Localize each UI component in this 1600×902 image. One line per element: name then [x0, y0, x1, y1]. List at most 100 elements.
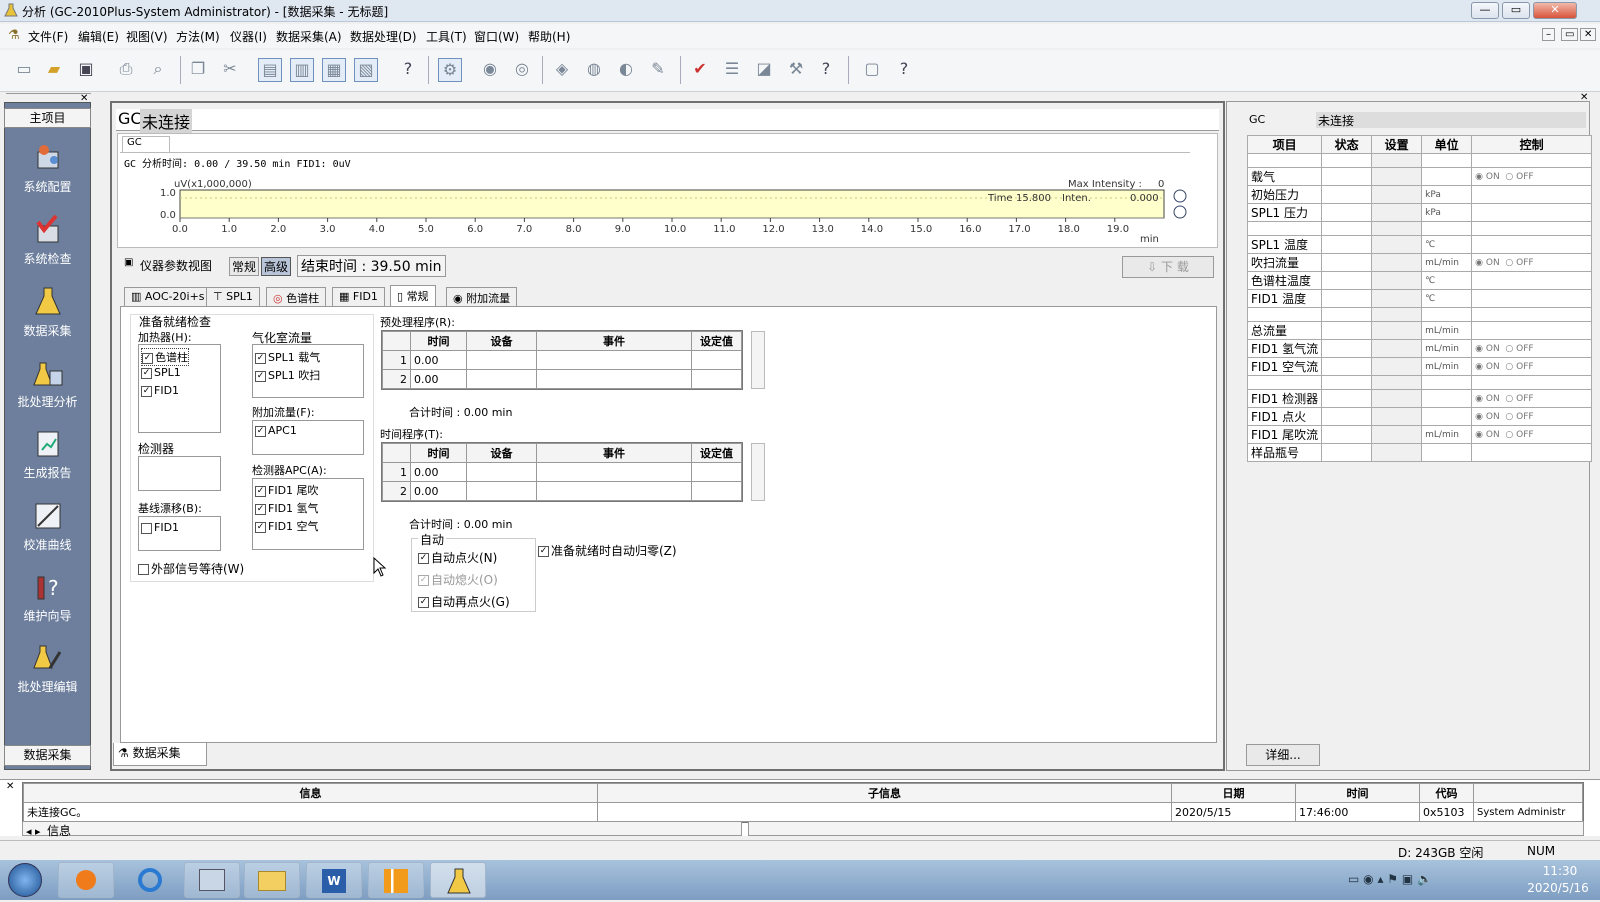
menu-tools[interactable]: 工具(T) — [426, 28, 467, 45]
value-cell[interactable] — [691, 350, 742, 370]
setting-cell[interactable] — [1371, 221, 1423, 236]
stop-icon[interactable]: ◎ — [510, 58, 534, 82]
on-radio[interactable]: ◉ ON — [1475, 394, 1500, 404]
table-row[interactable]: 1 0.00 — [382, 350, 742, 370]
sidebar-item-report[interactable]: 生成报告 — [4, 428, 91, 481]
off-radio[interactable]: ○ OFF — [1505, 344, 1533, 354]
pretreat-scrollbar[interactable] — [751, 331, 765, 389]
timeprog-scrollbar[interactable] — [751, 443, 765, 501]
tab-spl1[interactable]: ⊤ SPL1 — [206, 287, 260, 307]
tab-prev-icon[interactable]: ◂ ▸ — [23, 825, 44, 838]
tab-column[interactable]: ◎ 色谱柱 — [266, 287, 327, 307]
tab-general[interactable]: ▯ 常规 — [390, 285, 436, 307]
device-cell[interactable] — [466, 350, 537, 370]
checkbox[interactable]: ✓ — [255, 485, 266, 497]
auto-zero-checkbox[interactable]: ✓ 准备就绪时自动归零(Z) — [538, 542, 677, 559]
time-cell[interactable]: 0.00 — [410, 369, 467, 389]
table-row[interactable]: 未连接GC。 2020/5/15 17:46:00 0x5103 System Admi… — [23, 802, 1583, 822]
gc-tab[interactable]: GC — [122, 136, 170, 152]
start-button-icon[interactable] — [8, 863, 42, 897]
checkbox[interactable]: ✓ — [418, 553, 429, 564]
batch-icon[interactable]: ☰ — [720, 58, 744, 82]
log-info-tab[interactable]: 信息 — [47, 824, 71, 838]
heater-item-spl1[interactable]: ✓ SPL1 — [141, 366, 181, 379]
zoom-in-icon[interactable] — [1173, 189, 1187, 203]
event-cell[interactable] — [536, 350, 692, 370]
off-radio[interactable]: ○ OFF — [1505, 430, 1533, 440]
off-radio[interactable]: ○ OFF — [1505, 362, 1533, 372]
download-button[interactable]: ⇩ 下 载 — [1122, 256, 1214, 278]
monitor-3-icon[interactable]: ◐ — [614, 58, 638, 82]
save-icon[interactable]: ▣ — [74, 58, 98, 82]
checkbox[interactable]: ✓ — [141, 385, 152, 397]
heater-item-fid1[interactable]: ✓ FID1 — [141, 384, 179, 397]
checkbox[interactable]: ✓ — [538, 546, 549, 557]
restore-button[interactable]: ▭ — [1502, 2, 1530, 19]
heater-item-column[interactable]: ✓ 色谱柱 — [141, 348, 189, 366]
value-cell[interactable] — [691, 462, 742, 482]
checkbox[interactable]: ✓ — [255, 521, 266, 533]
setting-cell[interactable] — [1371, 389, 1423, 408]
mdi-restore-button[interactable]: ▭ — [1561, 28, 1579, 41]
setting-cell[interactable] — [1371, 253, 1423, 272]
value-cell[interactable] — [691, 369, 742, 389]
sidebar-item-batch-analysis[interactable]: 批处理分析 — [4, 357, 91, 410]
menu-view[interactable]: 视图(V) — [126, 28, 168, 45]
checkbox[interactable]: ✓ — [418, 597, 429, 608]
detail-button[interactable]: 详细... — [1246, 744, 1320, 766]
sidebar-item-system-check[interactable]: 系统检查 — [4, 214, 91, 267]
off-radio[interactable]: ○ OFF — [1505, 412, 1533, 422]
setting-cell[interactable] — [1371, 375, 1423, 390]
setting-cell[interactable] — [1371, 407, 1423, 426]
monitor-1-icon[interactable]: ◈ — [550, 58, 574, 82]
layout-4-icon[interactable]: ▧ — [354, 58, 378, 82]
gc-analysis-app-icon[interactable] — [430, 862, 486, 898]
det-apc-item-air[interactable]: ✓ FID1 空气 — [255, 518, 319, 534]
on-radio[interactable]: ◉ ON — [1475, 172, 1500, 182]
setting-cell[interactable] — [1371, 425, 1423, 444]
browser-icon[interactable] — [122, 862, 178, 898]
settings-tool-icon[interactable]: ✂ — [218, 58, 242, 82]
chart-icon[interactable]: ◪ — [752, 58, 776, 82]
explorer-app-icon[interactable] — [184, 862, 240, 898]
print-preview-icon[interactable]: ⌕ — [146, 58, 170, 82]
minimize-button[interactable]: — — [1471, 2, 1499, 19]
checkbox[interactable]: ✓ — [141, 367, 152, 379]
vapor-item-carrier[interactable]: ✓ SPL1 载气 — [255, 349, 320, 365]
menu-processing[interactable]: 数据处理(D) — [350, 28, 417, 45]
det-apc-item-hydrogen[interactable]: ✓ FID1 氢气 — [255, 500, 319, 516]
sidebar-header[interactable]: 主项目 — [4, 108, 91, 128]
menu-help[interactable]: 帮助(H) — [528, 28, 570, 45]
help-3-icon[interactable]: ? — [892, 58, 916, 82]
tab-additional-flow[interactable]: ◉ 附加流量 — [446, 287, 518, 307]
layout-2-icon[interactable]: ▥ — [290, 58, 314, 82]
menu-edit[interactable]: 编辑(E) — [78, 28, 119, 45]
setting-cell[interactable] — [1371, 185, 1423, 204]
log-close-icon[interactable]: ✕ — [6, 781, 14, 792]
setting-cell[interactable] — [1371, 339, 1423, 358]
on-radio[interactable]: ◉ ON — [1475, 362, 1500, 372]
layout-1-icon[interactable]: ▤ — [258, 58, 282, 82]
close-button[interactable]: ✕ — [1533, 2, 1577, 19]
checkbox[interactable]: ✓ — [255, 370, 266, 382]
table-row[interactable]: 1 0.00 — [382, 462, 742, 482]
monitor-2-icon[interactable]: ◍ — [582, 58, 606, 82]
edit-pen-icon[interactable]: ✎ — [646, 58, 670, 82]
device-cell[interactable] — [466, 369, 537, 389]
checkbox[interactable]: ✓ — [418, 575, 429, 586]
setting-cell[interactable] — [1371, 167, 1423, 186]
zoom-out-icon[interactable] — [1173, 205, 1187, 219]
sidebar-item-data-acquisition[interactable]: 数据采集 — [4, 286, 91, 339]
sidebar-item-batch-edit[interactable]: 批处理编辑 — [4, 642, 91, 695]
tab-aoc[interactable]: ▥ AOC-20i+s — [124, 287, 212, 307]
off-radio[interactable]: ○ OFF — [1505, 172, 1533, 182]
value-cell[interactable] — [691, 481, 742, 501]
tab-fid1[interactable]: ▦ FID1 — [332, 287, 385, 307]
on-radio[interactable]: ◉ ON — [1475, 412, 1500, 422]
check-icon[interactable]: ✔ — [688, 58, 712, 82]
setting-cell[interactable] — [1371, 235, 1423, 254]
print-icon[interactable]: ⎙ — [114, 58, 138, 82]
window-icon[interactable]: ▢ — [860, 58, 884, 82]
copy-icon[interactable]: ❐ — [186, 58, 210, 82]
setting-cell[interactable] — [1371, 153, 1423, 168]
